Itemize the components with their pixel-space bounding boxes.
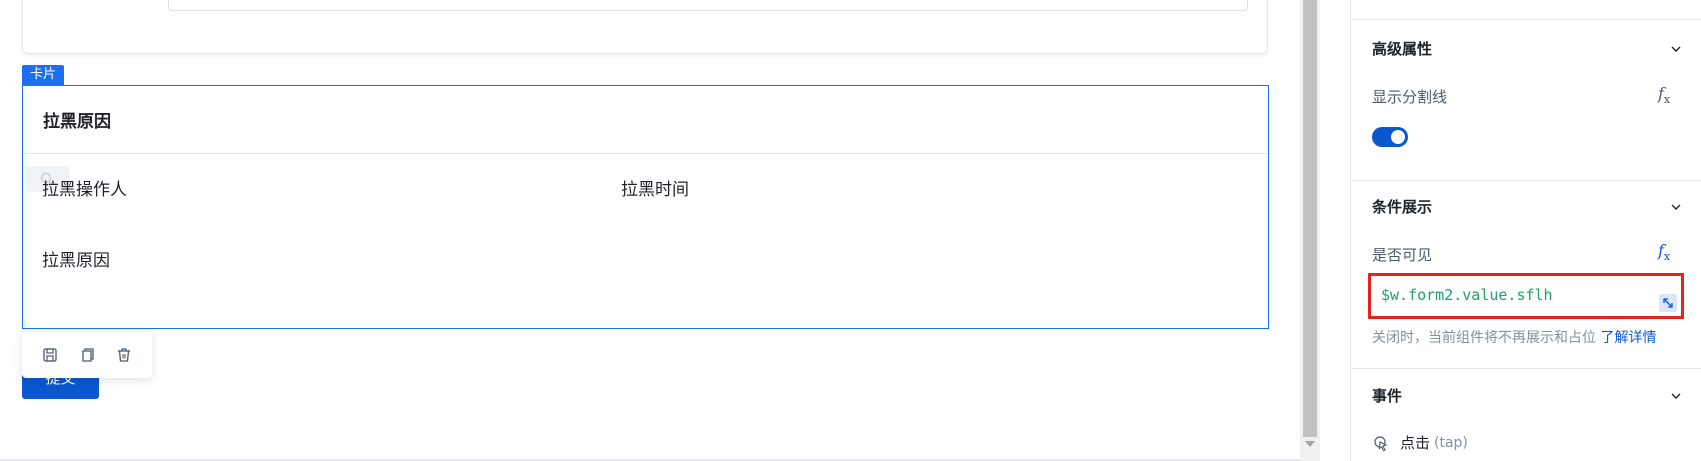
fx-icon[interactable]: fx [1658, 84, 1670, 106]
properties-panel: 高级属性 显示分割线 fx 条件展示 是否可见 fx $w.form2.valu… [1352, 0, 1701, 461]
scroll-down-arrow-icon[interactable] [1305, 441, 1315, 447]
fx-icon[interactable]: fx [1658, 241, 1670, 263]
section-divider [1352, 19, 1701, 20]
visibility-hint: 关闭时，当前组件将不再展示和占位 了解详情 [1372, 327, 1656, 347]
tap-pointer-icon [1374, 435, 1388, 451]
save-icon[interactable] [39, 344, 61, 366]
events-section-title: 事件 [1372, 387, 1403, 405]
visible-label: 是否可见 [1372, 246, 1433, 264]
advanced-section-header[interactable]: 高级属性 [1372, 38, 1682, 59]
panel-gutter [1320, 0, 1351, 461]
field-time-label: 拉黑时间 [621, 180, 689, 200]
delete-icon[interactable] [113, 344, 135, 366]
expand-editor-button[interactable] [1659, 294, 1677, 312]
card-selection-tag: 卡片 [22, 65, 65, 85]
advanced-section-title: 高级属性 [1372, 40, 1433, 58]
event-item-tap[interactable]: 点击 (tap) [1372, 432, 1468, 453]
card-title: 拉黑原因 [23, 86, 1268, 154]
hint-text: 关闭时，当前组件将不再展示和占位 [1372, 330, 1596, 346]
toggle-knob [1391, 130, 1405, 144]
condition-section-title: 条件展示 [1372, 198, 1433, 216]
event-item-label: 点击 [1400, 434, 1431, 452]
selected-card[interactable]: 拉黑原因 拉黑操作人 拉黑时间 拉黑原因 [22, 85, 1269, 329]
previous-input[interactable] [168, 0, 1248, 11]
show-divider-toggle[interactable] [1372, 127, 1408, 147]
previous-card [22, 0, 1268, 54]
copy-icon[interactable] [76, 344, 98, 366]
condition-section-header[interactable]: 条件展示 [1372, 196, 1682, 217]
section-divider [1352, 180, 1701, 181]
field-operator-label: 拉黑操作人 [42, 180, 127, 200]
expand-icon [1663, 298, 1673, 308]
section-divider [1352, 368, 1701, 369]
chevron-down-icon [1671, 393, 1681, 399]
card-title-text: 拉黑原因 [43, 112, 111, 132]
expression-value: $w.form2.value.sflh [1381, 286, 1553, 304]
event-item-sub: (tap) [1434, 434, 1468, 451]
scrollbar-thumb[interactable] [1303, 0, 1317, 437]
events-section-header[interactable]: 事件 [1372, 385, 1682, 406]
learn-more-link[interactable]: 了解详情 [1600, 330, 1656, 346]
chevron-down-icon [1671, 46, 1681, 52]
field-reason-label: 拉黑原因 [42, 251, 110, 271]
chevron-down-icon [1671, 204, 1681, 210]
show-divider-label: 显示分割线 [1372, 88, 1448, 106]
canvas-scrollbar[interactable] [1300, 0, 1320, 461]
visibility-expression-input[interactable]: $w.form2.value.sflh [1368, 273, 1684, 319]
component-action-bar [22, 332, 152, 378]
editor-canvas: 卡片 拉黑原因 拉黑操作人 拉黑时间 拉黑原因 提交 [0, 0, 1300, 461]
